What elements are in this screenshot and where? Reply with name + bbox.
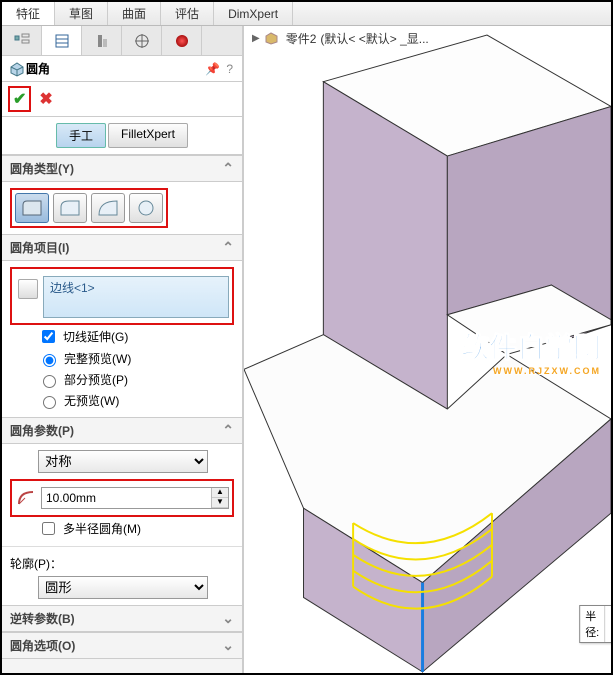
- edge-selection-item[interactable]: 边线<1>: [50, 281, 95, 295]
- filletxpert-button[interactable]: FilletXpert: [108, 123, 188, 148]
- radius-icon: [15, 488, 37, 508]
- partial-preview-label: 部分预览(P): [64, 371, 128, 388]
- panel-tab-config[interactable]: [82, 26, 122, 55]
- section-reverse[interactable]: 逆转参数(B) ⌄: [2, 605, 242, 632]
- fillet-icon: [8, 61, 26, 77]
- tab-feature[interactable]: 特征: [2, 2, 55, 25]
- breadcrumb[interactable]: ▶ 零件2 (默认< <默认> _显...: [252, 30, 429, 47]
- fillet-mode-row: 手工 FilletXpert: [2, 117, 242, 155]
- profile-label: 轮廓(P)：: [10, 553, 234, 576]
- callout-value[interactable]: 10mm: [605, 606, 611, 642]
- breadcrumb-expand-icon[interactable]: ▶: [252, 33, 260, 44]
- callout-label: 半径:: [580, 606, 605, 642]
- radius-input[interactable]: [42, 488, 211, 508]
- section-fillet-items[interactable]: 圆角项目(I) ⌃: [2, 234, 242, 261]
- full-preview-label: 完整预览(W): [64, 350, 131, 367]
- partial-preview-radio[interactable]: [43, 375, 56, 388]
- section-fillet-type-label: 圆角类型(Y): [10, 160, 74, 177]
- panel-tabs: [2, 26, 242, 56]
- symmetric-select[interactable]: 对称: [38, 450, 208, 473]
- feature-header: 圆角 📌 ?: [2, 56, 242, 82]
- no-preview-label: 无预览(W): [64, 392, 119, 409]
- chevron-down-icon: ⌄: [222, 610, 234, 627]
- section-options-label: 圆角选项(O): [10, 637, 75, 654]
- ok-button[interactable]: ✔: [13, 89, 26, 109]
- pin-icon[interactable]: 📌: [205, 62, 220, 76]
- section-fillet-params-label: 圆角参数(P): [10, 422, 74, 439]
- fillet-type-face[interactable]: [91, 193, 125, 223]
- section-options[interactable]: 圆角选项(O) ⌄: [2, 632, 242, 659]
- chevron-up-icon: ⌃: [222, 239, 234, 256]
- fillet-type-full-round[interactable]: [129, 193, 163, 223]
- breadcrumb-part[interactable]: 零件2: [286, 30, 317, 47]
- tab-surface[interactable]: 曲面: [108, 2, 161, 25]
- panel-tab-appearance[interactable]: [162, 26, 202, 55]
- profile-select[interactable]: 圆形: [38, 576, 208, 599]
- full-preview-radio[interactable]: [43, 354, 56, 367]
- graphics-viewport[interactable]: ▶ 零件2 (默认< <默认> _显...: [244, 26, 611, 673]
- panel-tab-property[interactable]: [42, 26, 82, 55]
- help-icon[interactable]: ?: [226, 62, 233, 76]
- chevron-down-icon: ⌄: [222, 637, 234, 654]
- section-fillet-items-label: 圆角项目(I): [10, 239, 69, 256]
- chevron-up-icon: ⌃: [222, 160, 234, 177]
- ok-highlight-box: ✔: [8, 86, 31, 112]
- panel-tab-feature-tree[interactable]: [2, 26, 42, 55]
- panel-tab-dimxpert-tree[interactable]: [122, 26, 162, 55]
- part-icon: [264, 31, 282, 47]
- tangent-propagation-checkbox[interactable]: [42, 330, 55, 343]
- tangent-propagation-label: 切线延伸(G): [63, 328, 128, 345]
- radius-callout[interactable]: 半径: 10mm: [579, 605, 611, 643]
- section-fillet-type[interactable]: 圆角类型(Y) ⌃: [2, 155, 242, 182]
- cancel-button[interactable]: ✖: [39, 89, 52, 109]
- multi-radius-checkbox[interactable]: [42, 522, 55, 535]
- no-preview-radio[interactable]: [43, 396, 56, 409]
- radius-highlight-box: ▲ ▼: [10, 479, 234, 517]
- section-reverse-label: 逆转参数(B): [10, 610, 75, 627]
- fillet-type-variable[interactable]: [53, 193, 87, 223]
- fillet-type-icons-box: [10, 188, 168, 228]
- tab-evaluate[interactable]: 评估: [161, 2, 214, 25]
- manual-button[interactable]: 手工: [56, 123, 106, 148]
- section-fillet-params[interactable]: 圆角参数(P) ⌃: [2, 417, 242, 444]
- model-3d[interactable]: [244, 26, 611, 673]
- ok-cancel-row: ✔ ✖: [2, 82, 242, 117]
- tab-dimxpert[interactable]: DimXpert: [214, 2, 293, 25]
- fillet-type-constant[interactable]: [15, 193, 49, 223]
- items-highlight-box: 边线<1>: [10, 267, 234, 325]
- multi-radius-label: 多半径圆角(M): [63, 520, 141, 537]
- feature-title: 圆角: [26, 60, 202, 77]
- edge-selection-list[interactable]: 边线<1>: [43, 276, 229, 318]
- tab-sketch[interactable]: 草图: [55, 2, 108, 25]
- radius-spinner: ▲ ▼: [41, 487, 229, 509]
- chevron-up-icon: ⌃: [222, 422, 234, 439]
- property-panel: 圆角 📌 ? ✔ ✖ 手工 FilletXpert 圆角类型(Y) ⌃: [2, 26, 244, 673]
- radius-decrement[interactable]: ▼: [212, 498, 228, 508]
- ribbon-tabs: 特征 草图 曲面 评估 DimXpert: [2, 2, 611, 26]
- breadcrumb-config: (默认< <默认> _显...: [320, 30, 428, 47]
